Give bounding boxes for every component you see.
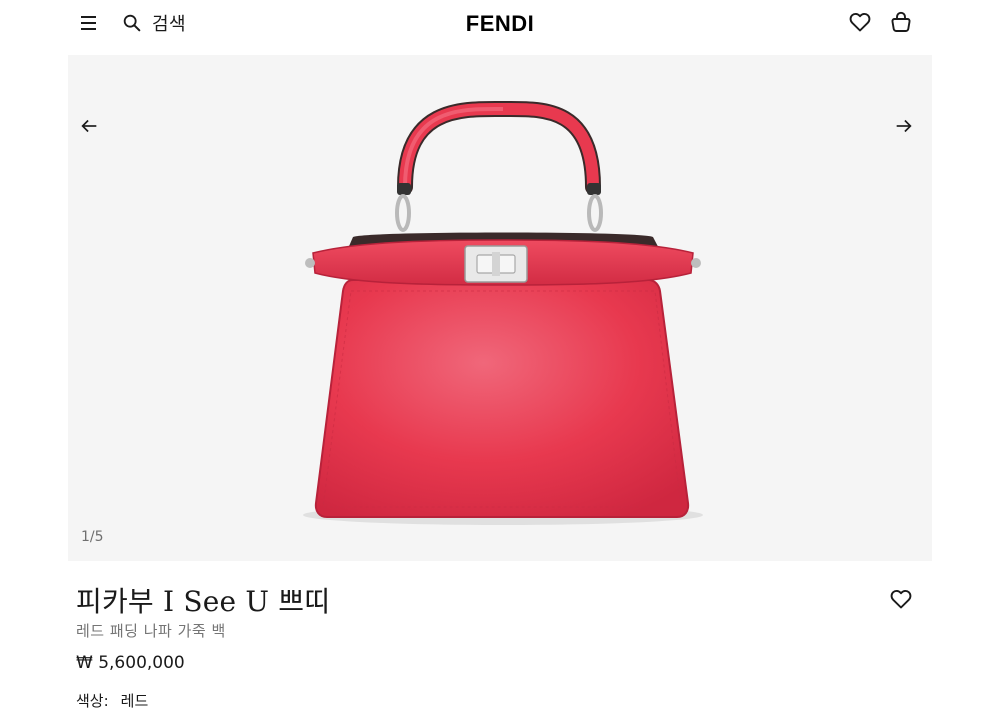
color-selector[interactable]: 색상: 레드 — [76, 690, 148, 711]
search-label: 검색 — [152, 14, 187, 35]
search-button[interactable]: 검색 — [121, 10, 186, 36]
color-label: 색상: — [76, 692, 109, 710]
arrow-left-icon[interactable] — [78, 115, 100, 137]
image-counter: 1/5 — [81, 529, 104, 545]
product-image-gallery[interactable]: 1/5 — [68, 55, 932, 561]
brand-logo[interactable]: FENDI — [440, 11, 560, 37]
search-icon — [123, 14, 141, 32]
heart-icon[interactable] — [889, 587, 913, 611]
site-header: 검색 FENDI — [0, 0, 1000, 50]
product-price: ₩ 5,600,000 — [76, 653, 185, 673]
product-subtitle: 레드 패딩 나파 가죽 백 — [76, 622, 226, 640]
heart-icon[interactable] — [848, 10, 872, 34]
arrow-right-icon[interactable] — [893, 115, 915, 137]
red-peekaboo-handbag — [303, 100, 703, 525]
shopping-bag-icon[interactable] — [889, 10, 913, 34]
product-title: 피카부 I See U 쁘띠 — [76, 585, 331, 618]
color-value: 레드 — [120, 692, 149, 710]
hamburger-menu-icon[interactable] — [79, 13, 99, 33]
